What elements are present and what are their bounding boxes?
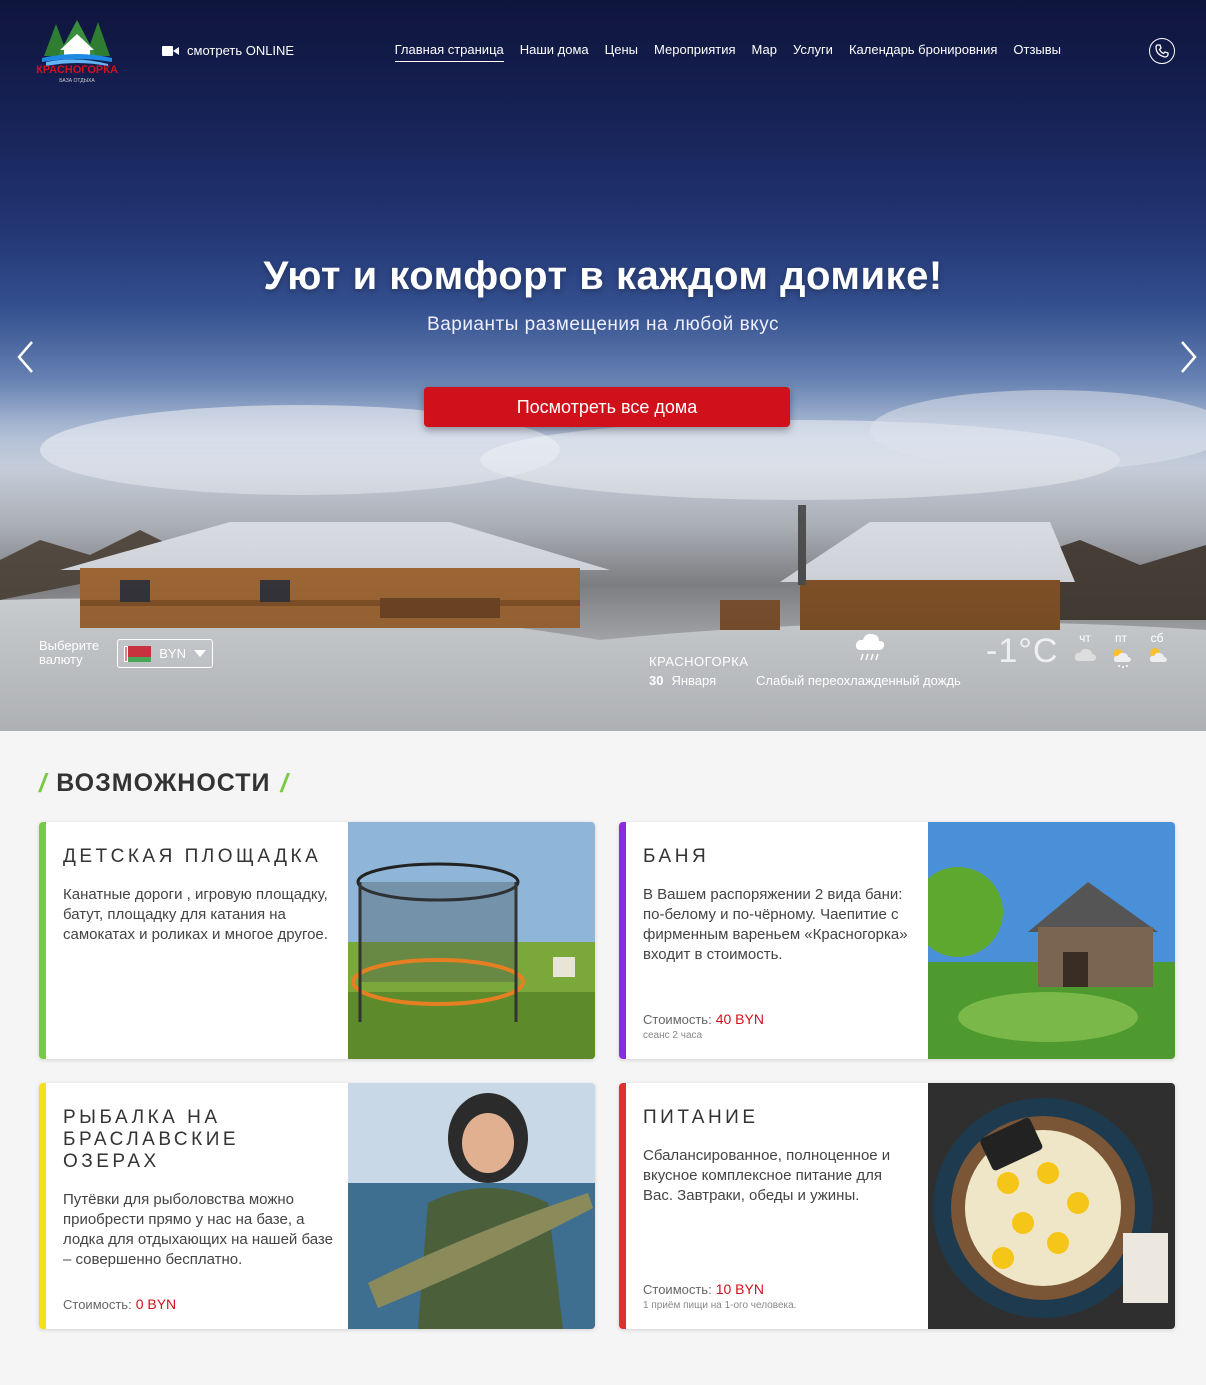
phone-icon: [1155, 44, 1169, 58]
fishing-photo: [348, 1083, 595, 1329]
features-heading: / ВОЗМОЖНОСТИ /: [39, 768, 288, 798]
weather-city: КРАСНОГОРКА: [649, 654, 749, 669]
sun-cloud-icon: [1149, 648, 1167, 662]
forecast-day: пт: [1106, 631, 1136, 672]
forecast-day: сб: [1142, 631, 1172, 668]
watch-online-link[interactable]: смотреть ONLINE: [162, 43, 294, 58]
price-value: 10 BYN: [715, 1281, 764, 1297]
feature-description: В Вашем распоряжении 2 вида бани: по-бел…: [643, 886, 908, 963]
currency-select[interactable]: BYN: [117, 639, 213, 668]
feature-title: РЫБАЛКА НА БРАСЛАВСКИЕ ОЗЕРАХ: [63, 1107, 240, 1172]
view-all-houses-button[interactable]: Посмотреть все дома: [424, 387, 790, 427]
price-value: 0 BYN: [135, 1296, 177, 1312]
feature-description: Сбалансированное, полноценное и вкусное …: [643, 1147, 891, 1204]
weather-date: 30 Января: [649, 673, 716, 688]
feature-description: Канатные дороги , игровую площадку, бату…: [63, 886, 328, 943]
weather-month: Января: [671, 673, 717, 688]
feature-card-fishing[interactable]: РЫБАЛКА НА БРАСЛАВСКИЕ ОЗЕРАХ Путёвки дл…: [39, 1083, 595, 1329]
nav-item-booking-calendar[interactable]: Календарь бронировния: [849, 42, 997, 62]
price-note: 1 приём пищи на 1-ого человека.: [643, 1300, 797, 1311]
forecast-day-label: сб: [1150, 631, 1164, 645]
feature-card-playground[interactable]: ДЕТСКАЯ ПЛОЩАДКА Канатные дороги , игров…: [39, 822, 595, 1059]
price-note: сеанс 2 часа: [643, 1030, 703, 1041]
main-nav: Главная страница Наши дома Цены Мероприя…: [394, 42, 1061, 62]
nav-item-prices[interactable]: Цены: [605, 42, 638, 62]
hero-subtitle: Варианты размещения на любой вкус: [427, 314, 779, 335]
nav-item-reviews[interactable]: Отзывы: [1013, 42, 1061, 62]
currency-value: BYN: [159, 646, 186, 661]
chevron-down-icon: [194, 650, 206, 657]
currency-label: Выберите валюту: [39, 638, 100, 667]
weather-description: Слабый переохлажденный дождь: [756, 673, 961, 688]
nav-item-events[interactable]: Мероприятия: [654, 42, 736, 62]
belarus-flag-icon: [124, 645, 152, 662]
video-camera-icon: [162, 45, 179, 56]
meals-photo: [928, 1083, 1175, 1329]
feature-description: Путёвки для рыболовства можно приобрести…: [63, 1191, 333, 1268]
feature-card-sauna[interactable]: БАНЯ В Вашем распоряжении 2 вида бани: п…: [619, 822, 1175, 1059]
forecast-day: чт: [1070, 631, 1100, 668]
logo-subtext: БАЗА ОТДЫХА: [59, 78, 95, 84]
hero-title: Уют и комфорт в каждом домике!: [263, 254, 943, 298]
feature-title: ДЕТСКАЯ ПЛОЩАДКА: [63, 846, 322, 867]
price-value: 40 BYN: [715, 1011, 764, 1027]
phone-button[interactable]: [1149, 38, 1175, 64]
slider-prev-arrow-icon[interactable]: [14, 340, 38, 374]
feature-card-meals[interactable]: ПИТАНИЕ Сбалансированное, полноценное и …: [619, 1083, 1175, 1329]
forecast-day-label: чт: [1079, 631, 1091, 645]
forecast-day-label: пт: [1115, 631, 1127, 645]
playground-photo: [348, 822, 595, 1059]
sun-cloud-snow-icon: [1113, 649, 1131, 668]
features-title: ВОЗМОЖНОСТИ: [56, 769, 271, 797]
nav-item-houses[interactable]: Наши дома: [520, 42, 589, 62]
feature-price: Стоимость: 40 BYN: [643, 1011, 764, 1027]
cloud-icon: [1074, 648, 1096, 661]
feature-title: ПИТАНИЕ: [643, 1107, 759, 1128]
feature-price: Стоимость: 0 BYN: [63, 1296, 177, 1312]
weather-day: 30: [649, 673, 664, 688]
nav-item-services[interactable]: Услуги: [793, 42, 833, 62]
nav-item-map[interactable]: Мар: [752, 42, 777, 62]
sauna-photo: [928, 822, 1175, 1059]
feature-price: Стоимость: 10 BYN: [643, 1281, 764, 1297]
weather-temperature: -1°C: [986, 632, 1059, 670]
logo-text: КРАСНОГОРКА: [36, 64, 118, 76]
rain-cloud-icon: [855, 633, 885, 661]
watch-online-label: смотреть ONLINE: [187, 43, 295, 58]
hero-slider: [0, 0, 1206, 731]
feature-title: БАНЯ: [643, 846, 710, 867]
nav-item-home[interactable]: Главная страница: [394, 42, 504, 62]
slider-next-arrow-icon[interactable]: [1176, 340, 1200, 374]
